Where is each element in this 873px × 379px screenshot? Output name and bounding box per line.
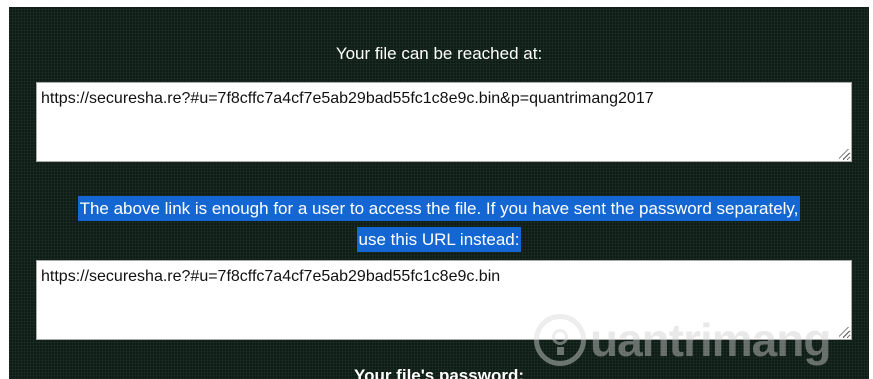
short-url-text[interactable]: https://securesha.re?#u=7f8cffc7a4cf7e5a…	[41, 267, 500, 287]
notice-text: The above link is enough for a user to a…	[9, 193, 869, 255]
resize-grip-icon[interactable]	[839, 149, 849, 159]
resize-grip-icon[interactable]	[839, 327, 849, 337]
full-url-textarea[interactable]: https://securesha.re?#u=7f8cffc7a4cf7e5a…	[36, 82, 852, 162]
share-result-panel: Your file can be reached at: https://sec…	[9, 7, 869, 379]
short-url-textarea[interactable]: https://securesha.re?#u=7f8cffc7a4cf7e5a…	[36, 260, 852, 340]
full-url-text[interactable]: https://securesha.re?#u=7f8cffc7a4cf7e5a…	[41, 89, 654, 109]
password-heading: Your file's password:	[354, 366, 524, 379]
reach-heading: Your file can be reached at:	[335, 44, 543, 63]
notice-line-2: use this URL instead:	[356, 227, 522, 252]
notice-line-1: The above link is enough for a user to a…	[77, 196, 801, 221]
